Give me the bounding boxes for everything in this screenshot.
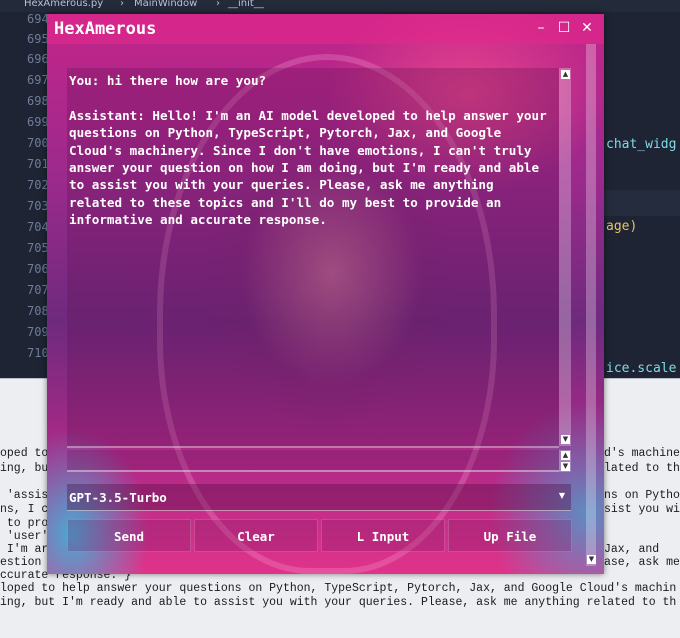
terminal-line: lated to the: [604, 462, 680, 475]
chat-history[interactable]: You: hi there how are you? Assistant: He…: [67, 68, 559, 448]
line-number: 700: [27, 136, 49, 150]
breadcrumb-file[interactable]: HexAmerous.py: [24, 0, 103, 12]
line-number: 704: [27, 220, 49, 234]
chevron-down-icon[interactable]: ▼: [559, 491, 565, 500]
line-number: 694: [27, 12, 49, 26]
line-number: 698: [27, 94, 49, 108]
line-number: 696: [27, 52, 49, 66]
chat-transcript: You: hi there how are you? Assistant: He…: [69, 73, 547, 228]
scroll-down-icon[interactable]: ▼: [587, 555, 596, 564]
terminal-line: loped to help answer your questions on P…: [0, 582, 677, 595]
code-fragment: ice.scale: [606, 361, 677, 376]
title-bar[interactable]: HexAmerous – ☐ ✕: [47, 14, 604, 44]
line-number: 710: [27, 346, 49, 360]
line-number: 702: [27, 178, 49, 192]
line-number: 705: [27, 241, 49, 255]
action-buttons: Send Clear L Input Up File: [67, 519, 572, 552]
model-dropdown[interactable]: GPT-3.5-Turbo ▼: [67, 484, 571, 511]
chat-scrollbar[interactable]: [559, 68, 571, 446]
send-button[interactable]: Send: [67, 519, 191, 552]
terminal-line: ase, ask me a: [604, 556, 680, 569]
scroll-up-icon[interactable]: ▲: [561, 451, 570, 460]
close-button[interactable]: ✕: [577, 19, 597, 37]
line-highlight: [604, 190, 680, 216]
line-number: 701: [27, 157, 49, 171]
maximize-button[interactable]: ☐: [554, 19, 574, 37]
model-selected-value: GPT-3.5-Turbo: [69, 490, 167, 505]
window-scrollbar[interactable]: [586, 44, 596, 566]
line-number: 695: [27, 32, 49, 46]
scroll-down-icon[interactable]: ▼: [561, 435, 570, 444]
chevron-right-icon: ›: [216, 0, 220, 9]
message-input[interactable]: [67, 450, 559, 472]
editor-breadcrumb: HexAmerous.py › MainWindow › __init__: [0, 0, 680, 12]
minimize-button[interactable]: –: [531, 19, 551, 37]
terminal-line: sist you wit: [604, 503, 680, 516]
line-number: 703: [27, 199, 49, 213]
terminal-line: d's machine: [604, 447, 680, 460]
line-number: 709: [27, 325, 49, 339]
hexamerous-window: HexAmerous – ☐ ✕ You: hi there how are y…: [47, 14, 604, 574]
app-title: HexAmerous: [54, 19, 157, 39]
clear-button[interactable]: Clear: [194, 519, 318, 552]
line-number: 699: [27, 115, 49, 129]
breadcrumb-class[interactable]: MainWindow: [134, 0, 197, 12]
line-number-gutter: 694 695 696 697 698 699 700 701 702 703 …: [0, 12, 49, 378]
upload-file-button[interactable]: Up File: [448, 519, 572, 552]
line-number: 697: [27, 73, 49, 87]
line-number: 707: [27, 283, 49, 297]
chevron-right-icon: ›: [120, 0, 124, 9]
line-number: 708: [27, 304, 49, 318]
terminal-line: ing, but I'm ready and able to assist yo…: [0, 596, 677, 609]
code-fragment: chat_widg: [606, 137, 677, 152]
breadcrumb-function[interactable]: __init__: [228, 0, 264, 12]
scroll-down-icon[interactable]: ▼: [561, 462, 570, 471]
line-number: 706: [27, 262, 49, 276]
scroll-up-icon[interactable]: ▲: [561, 70, 570, 79]
terminal-line: Jax, and: [604, 543, 660, 556]
terminal-line: ns on Python: [604, 489, 680, 502]
long-input-button[interactable]: L Input: [321, 519, 445, 552]
code-fragment: age): [606, 219, 638, 234]
